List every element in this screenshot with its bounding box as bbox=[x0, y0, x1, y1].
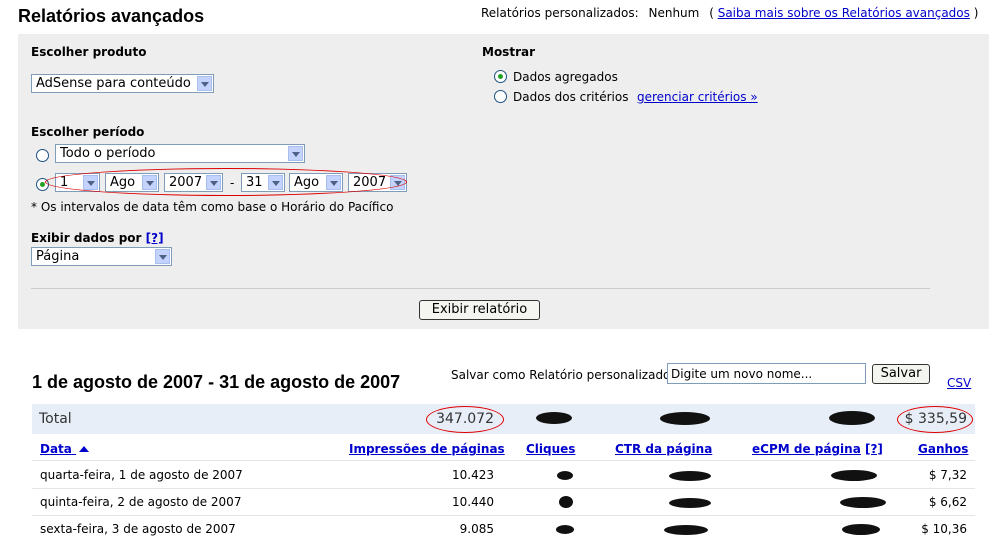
sort-ascending-icon bbox=[79, 446, 90, 452]
column-header-date[interactable]: Data bbox=[40, 442, 90, 456]
report-options-panel: Escolher produto AdSense para conteúdo M… bbox=[18, 34, 989, 329]
annotation-oval-total-earnings bbox=[897, 406, 973, 433]
column-header-clicks[interactable]: Cliques bbox=[526, 442, 575, 456]
redaction-blot bbox=[669, 471, 711, 481]
radio-criteria[interactable] bbox=[494, 90, 507, 103]
redaction-blot bbox=[660, 412, 710, 425]
custom-reports-info: Relatórios personalizados: Nenhum ( Saib… bbox=[481, 6, 978, 20]
annotation-oval-total-impressions bbox=[426, 406, 504, 433]
all-period-select[interactable]: Todo o período bbox=[55, 144, 305, 163]
redaction-blot bbox=[559, 496, 573, 508]
timezone-note: * Os intervalos de data têm como base o … bbox=[31, 200, 394, 214]
radio-criteria-label: Dados dos critérios bbox=[513, 90, 629, 104]
display-by-help-link[interactable]: [?] bbox=[146, 231, 164, 245]
row-divider bbox=[32, 515, 975, 516]
column-header-ecpm-wrap: eCPM de página [?] bbox=[752, 442, 883, 456]
redaction-blot bbox=[840, 497, 886, 508]
period-label: Escolher período bbox=[31, 125, 145, 139]
column-header-ctr[interactable]: CTR da página bbox=[615, 442, 712, 456]
chevron-down-icon bbox=[197, 76, 212, 91]
row-1-earnings: $ 7,32 bbox=[928, 468, 967, 482]
redaction-blot bbox=[669, 498, 711, 508]
display-by-value: Página bbox=[36, 249, 80, 264]
product-select-value: AdSense para conteúdo bbox=[36, 76, 191, 91]
total-row: Total 347.072 $ 335,59 bbox=[32, 404, 975, 434]
row-3-earnings: $ 10,36 bbox=[921, 522, 967, 536]
learn-more-link[interactable]: Saiba mais sobre os Relatórios avançados bbox=[718, 6, 970, 20]
row-3-impressions: 9.085 bbox=[459, 522, 494, 536]
show-report-button[interactable]: Exibir relatório bbox=[419, 300, 540, 320]
custom-reports-label: Relatórios personalizados: bbox=[481, 6, 639, 20]
display-by-select[interactable]: Página bbox=[31, 247, 172, 266]
chevron-down-icon bbox=[288, 146, 303, 161]
save-button[interactable]: Salvar bbox=[872, 364, 930, 384]
column-header-earnings[interactable]: Ganhos bbox=[918, 442, 968, 456]
redaction-blot bbox=[557, 471, 573, 480]
paren-close: ) bbox=[973, 6, 979, 20]
divider bbox=[31, 288, 930, 289]
custom-reports-value: Nenhum bbox=[648, 6, 700, 20]
row-divider bbox=[32, 460, 975, 461]
radio-all-period[interactable] bbox=[36, 149, 49, 162]
row-1-impressions: 10.423 bbox=[452, 468, 494, 482]
redaction-blot bbox=[829, 411, 875, 425]
redaction-blot bbox=[536, 412, 572, 424]
column-header-date-label: Data bbox=[40, 442, 72, 456]
row-2-date: quinta-feira, 2 de agosto de 2007 bbox=[40, 495, 242, 509]
redaction-blot bbox=[664, 525, 708, 535]
page-title: Relatórios avançados bbox=[18, 6, 205, 26]
all-period-value: Todo o período bbox=[60, 146, 156, 161]
paren-open: ( bbox=[709, 6, 714, 20]
row-2-impressions: 10.440 bbox=[452, 495, 494, 509]
row-1-date: quarta-feira, 1 de agosto de 2007 bbox=[40, 468, 243, 482]
redaction-blot bbox=[842, 524, 880, 535]
manage-criteria-link[interactable]: gerenciar critérios » bbox=[637, 90, 758, 104]
redaction-blot bbox=[831, 470, 877, 481]
show-label: Mostrar bbox=[482, 45, 535, 59]
redaction-blot bbox=[556, 525, 574, 534]
csv-link[interactable]: CSV bbox=[947, 376, 971, 390]
column-header-impressions[interactable]: Impressões de páginas bbox=[349, 442, 505, 456]
radio-aggregate[interactable] bbox=[494, 70, 507, 83]
save-report-name-input[interactable] bbox=[667, 363, 866, 384]
annotation-oval-date-range bbox=[45, 168, 407, 196]
column-header-ecpm[interactable]: eCPM de página bbox=[752, 442, 861, 456]
total-label: Total bbox=[39, 411, 72, 427]
report-range-title: 1 de agosto de 2007 - 31 de agosto de 20… bbox=[32, 372, 401, 392]
row-2-earnings: $ 6,62 bbox=[928, 495, 967, 509]
display-by-label: Exibir dados por [?] bbox=[31, 231, 164, 245]
row-3-date: sexta-feira, 3 de agosto de 2007 bbox=[40, 522, 236, 536]
ecpm-help-link[interactable]: [?] bbox=[865, 442, 883, 456]
product-select[interactable]: AdSense para conteúdo bbox=[31, 74, 214, 93]
row-divider bbox=[32, 488, 975, 489]
product-label: Escolher produto bbox=[31, 45, 147, 59]
radio-aggregate-label: Dados agregados bbox=[513, 70, 618, 84]
display-by-text: Exibir dados por bbox=[31, 231, 142, 245]
save-report-label: Salvar como Relatório personalizado: bbox=[451, 368, 675, 382]
chevron-down-icon bbox=[155, 249, 170, 264]
